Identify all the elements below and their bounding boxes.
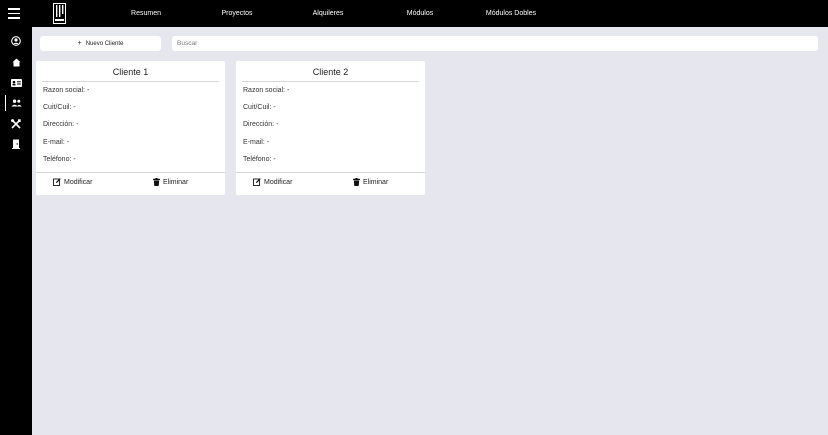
trash-icon — [153, 178, 160, 186]
tools-icon — [11, 119, 21, 129]
field-telefono: Teléfono: - — [43, 156, 76, 163]
sidebar-item-clients[interactable] — [0, 94, 32, 112]
nav-modulos[interactable]: Módulos — [407, 0, 433, 27]
sidebar-item-id-card[interactable] — [0, 74, 32, 92]
home-icon — [12, 58, 20, 66]
sidebar-item-doors[interactable] — [0, 135, 32, 153]
edit-label: Modificar — [264, 178, 293, 186]
delete-label: Eliminar — [163, 178, 189, 186]
search-input[interactable] — [172, 36, 818, 51]
door-icon — [12, 139, 20, 149]
sidebar-item-profile[interactable] — [0, 32, 32, 50]
trash-icon — [353, 178, 360, 186]
field-cuit: Cuit/Cuil: - — [243, 104, 276, 111]
divider — [242, 81, 419, 82]
edit-icon — [53, 178, 61, 186]
nav-proyectos[interactable]: Proyectos — [221, 0, 252, 27]
field-email: E-mail: - — [243, 139, 270, 146]
nav-resumen[interactable]: Resumen — [131, 0, 161, 27]
field-cuit: Cuit/Cuil: - — [43, 104, 76, 111]
field-razon-social: Razon social: - — [243, 87, 290, 94]
sidebar — [0, 27, 32, 435]
user-circle-icon — [11, 36, 21, 46]
edit-button[interactable]: Modificar — [253, 177, 292, 187]
edit-icon — [253, 178, 261, 186]
id-card-icon — [10, 79, 22, 87]
sidebar-item-tools[interactable] — [0, 115, 32, 133]
client-title: Cliente 1 — [112, 67, 149, 77]
client-card: Cliente 2 Razon social: - Cuit/Cuil: - D… — [236, 61, 425, 195]
field-email: E-mail: - — [43, 139, 70, 146]
field-razon-social: Razon social: - — [43, 87, 90, 94]
new-client-label: Nuevo Cliente — [85, 40, 124, 47]
plus-icon: + — [77, 40, 82, 47]
delete-button[interactable]: Eliminar — [153, 177, 188, 187]
logo — [53, 3, 66, 24]
field-direccion: Dirección: - — [243, 121, 279, 128]
field-telefono: Teléfono: - — [243, 156, 276, 163]
users-icon — [10, 99, 22, 107]
edit-label: Modificar — [64, 178, 93, 186]
divider — [42, 81, 219, 82]
nav-modulos-dobles[interactable]: Módulos Dobles — [486, 0, 536, 27]
client-title: Cliente 2 — [312, 67, 349, 77]
field-direccion: Dirección: - — [43, 121, 79, 128]
divider — [236, 172, 425, 173]
edit-button[interactable]: Modificar — [53, 177, 92, 187]
delete-label: Eliminar — [363, 178, 389, 186]
new-client-button[interactable]: + Nuevo Cliente — [40, 36, 161, 51]
nav-alquileres[interactable]: Alquileres — [313, 0, 344, 27]
top-bar: Resumen Proyectos Alquileres Módulos Mód… — [0, 0, 828, 27]
client-card: Cliente 1 Razon social: - Cuit/Cuil: - D… — [36, 61, 225, 195]
sidebar-item-home[interactable] — [0, 53, 32, 71]
hamburger-menu-icon[interactable] — [8, 8, 20, 19]
divider — [36, 172, 225, 173]
delete-button[interactable]: Eliminar — [353, 177, 388, 187]
